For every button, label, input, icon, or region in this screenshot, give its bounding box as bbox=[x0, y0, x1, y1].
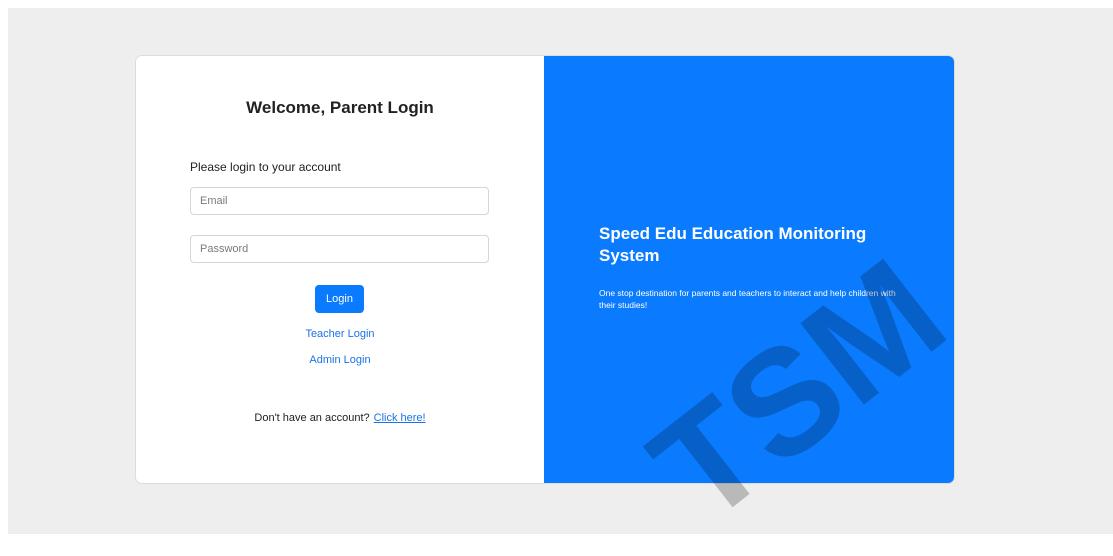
signup-prompt: Don't have an account? bbox=[254, 412, 370, 424]
login-panel: Welcome, Parent Login Please login to yo… bbox=[136, 56, 544, 483]
login-button[interactable]: Login bbox=[315, 285, 364, 313]
login-prompt: Please login to your account bbox=[190, 160, 341, 174]
admin-login-link[interactable]: Admin Login bbox=[136, 354, 544, 366]
email-input[interactable] bbox=[190, 187, 489, 215]
login-card: Welcome, Parent Login Please login to yo… bbox=[136, 56, 954, 483]
brand-tagline: One stop destination for parents and tea… bbox=[599, 288, 896, 310]
brand-title: Speed Edu Education Monitoring System bbox=[599, 224, 867, 265]
password-input[interactable] bbox=[190, 235, 489, 263]
brand-panel: Speed Edu Education Monitoring System On… bbox=[544, 56, 954, 483]
teacher-login-link[interactable]: Teacher Login bbox=[136, 328, 544, 340]
signup-row: Don't have an account? Click here! bbox=[136, 412, 544, 424]
signup-link[interactable]: Click here! bbox=[374, 412, 426, 424]
form-title: Welcome, Parent Login bbox=[246, 98, 434, 117]
